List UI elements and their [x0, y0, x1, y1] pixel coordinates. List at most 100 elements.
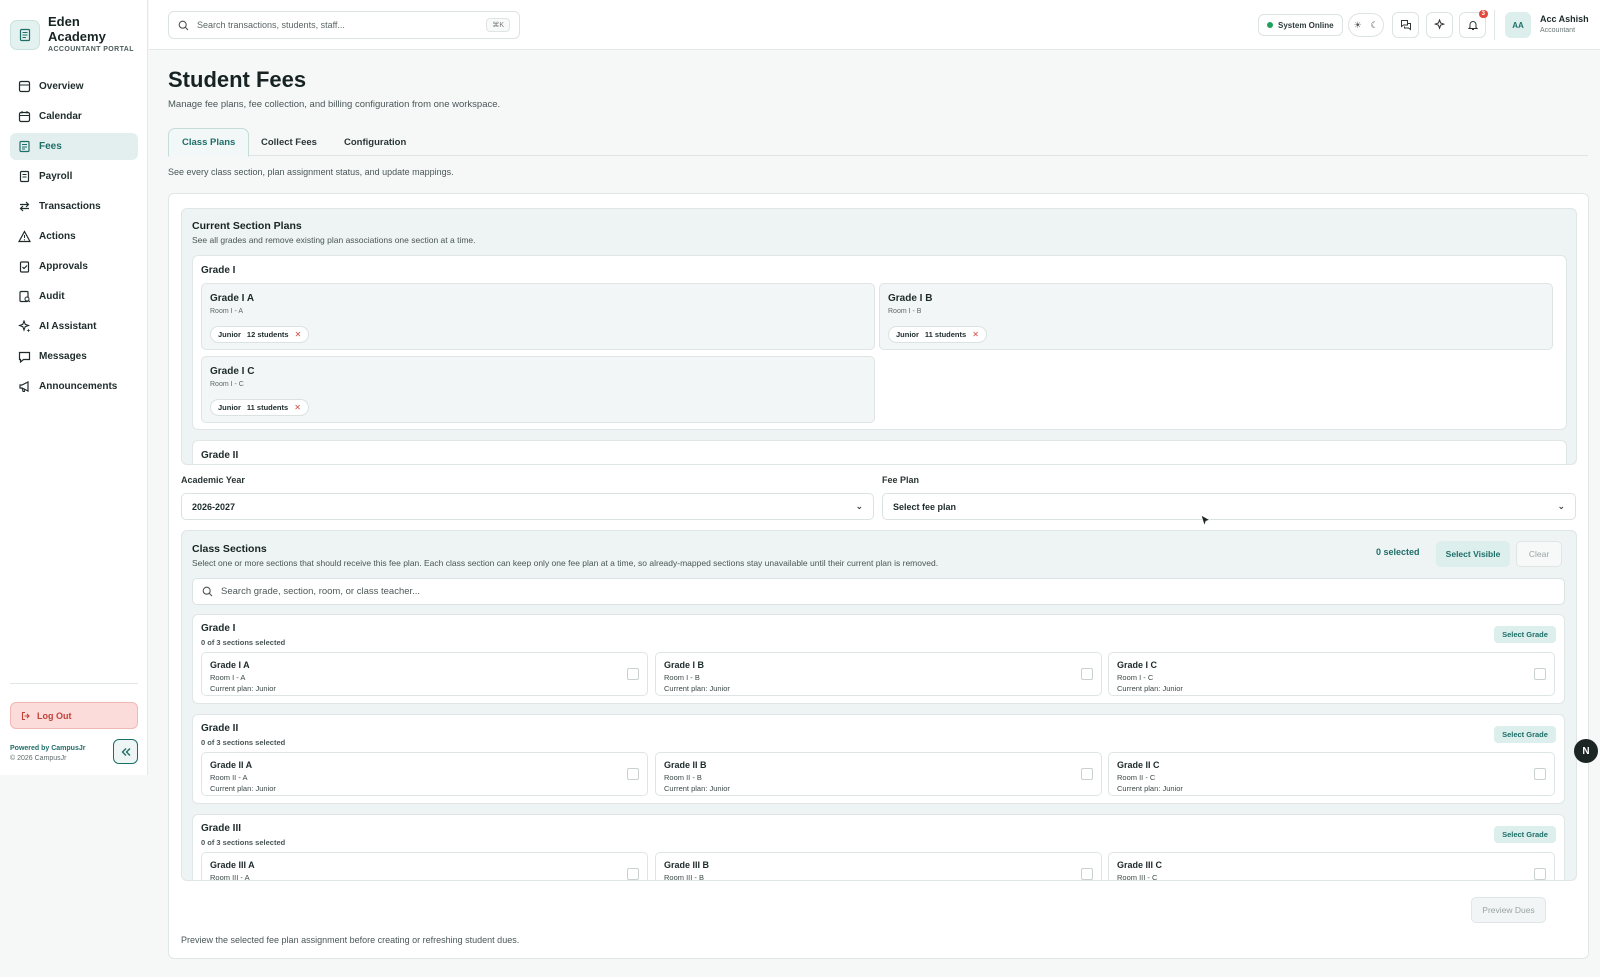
section-checkbox[interactable] [1081, 768, 1093, 780]
sidebar-item-overview[interactable]: Overview [10, 73, 138, 100]
clipboard-check-icon [19, 261, 30, 273]
section-option[interactable]: Grade I B Room I - B Current plan: Junio… [655, 652, 1102, 696]
fee-plan-label: Fee Plan [882, 475, 920, 485]
fee-plan-select[interactable]: Select fee plan ⌄ [882, 493, 1576, 520]
grade-title: Grade II [201, 723, 239, 734]
notifications-button[interactable]: 3 [1459, 10, 1488, 38]
status-label: System Online [1278, 20, 1334, 30]
preview-description: Preview the selected fee plan assignment… [181, 935, 520, 945]
section-option[interactable]: Grade III A Room III - A [201, 852, 648, 880]
clear-button[interactable]: Clear [1516, 541, 1562, 567]
sidebar-item-label: AI Assistant [39, 321, 97, 332]
logout-button[interactable]: Log Out [10, 702, 138, 729]
chat-icon [1400, 20, 1411, 31]
brand-name-line1: Eden [48, 14, 80, 29]
sidebar-item-label: Payroll [39, 171, 73, 182]
select-grade-button[interactable]: Select Grade [1494, 726, 1556, 743]
class-plans-panel: Current Section Plans See all grades and… [168, 193, 1589, 959]
sidebar-item-approvals[interactable]: Approvals [10, 253, 138, 280]
remove-plan-icon[interactable]: ✕ [972, 330, 979, 339]
sidebar-item-transactions[interactable]: Transactions [10, 193, 138, 220]
plan-students: 11 students [924, 330, 967, 339]
section-option[interactable]: Grade III B Room III - B [655, 852, 1102, 881]
payroll-icon [19, 170, 30, 183]
page-title: Student Fees [168, 67, 307, 92]
logout-label: Log Out [37, 710, 72, 721]
sidebar-item-payroll[interactable]: Payroll [10, 163, 138, 190]
sidebar-item-messages[interactable]: Messages [10, 343, 138, 370]
section-checkbox[interactable] [1534, 768, 1546, 780]
sidebar-item-announcements[interactable]: Announcements [10, 373, 138, 400]
megaphone-icon [19, 381, 29, 392]
section-checkbox[interactable] [627, 668, 639, 680]
chat-button[interactable] [1392, 12, 1419, 38]
academic-year-select[interactable]: 2026-2027 ⌄ [181, 493, 874, 520]
ai-sparkle-button[interactable] [1426, 12, 1453, 38]
fee-plan-value: Select fee plan [893, 501, 957, 512]
section-option[interactable]: Grade I A Room I - A Current plan: Junio… [201, 652, 648, 696]
section-checkbox[interactable] [1534, 668, 1546, 680]
sidebar-item-audit[interactable]: Audit [10, 283, 138, 310]
preview-dues-button[interactable]: Preview Dues [1471, 897, 1546, 923]
sidebar-item-fees[interactable]: Fees [10, 133, 138, 160]
section-option[interactable]: Grade I C Room I - C Current plan: Junio… [1108, 652, 1555, 696]
section-room: Room I - B [664, 673, 700, 682]
sidebar-item-ai-assistant[interactable]: AI Assistant [10, 313, 138, 340]
sidebar-item-label: Actions [39, 231, 76, 242]
logout-icon [21, 711, 30, 720]
select-visible-button[interactable]: Select Visible [1436, 541, 1510, 567]
plan-chip: Junior 12 students ✕ [210, 326, 310, 343]
plan-students: 11 students [246, 403, 289, 412]
section-option[interactable]: Grade II B Room II - B Current plan: Jun… [655, 752, 1102, 796]
section-search-input[interactable]: Search grade, section, room, or class te… [192, 578, 1565, 605]
sidebar-divider [10, 683, 138, 684]
section-option[interactable]: Grade III C Room III - C [1108, 852, 1555, 880]
remove-plan-icon[interactable]: ✕ [294, 403, 301, 412]
plan-name: Junior [218, 403, 241, 412]
class-sections-desc: Select one or more sections that should … [192, 558, 939, 568]
section-checkbox[interactable] [1081, 668, 1093, 680]
grade-summary: 0 of 3 sections selected [201, 838, 286, 847]
sidebar-item-calendar[interactable]: Calendar [10, 103, 138, 130]
select-grade-button[interactable]: Select Grade [1494, 626, 1556, 643]
section-checkbox[interactable] [1081, 868, 1093, 880]
sun-icon: ☀ [1353, 19, 1362, 30]
global-search-input[interactable]: Search transactions, students, staff... … [168, 11, 520, 39]
section-plan-card: Grade I B Room I - B Junior 11 students … [879, 283, 1553, 350]
sidebar-item-label: Messages [39, 351, 87, 362]
section-name: Grade II B [664, 760, 707, 770]
section-current-plan: Current plan: Junior [210, 784, 276, 793]
floating-assistant-button[interactable]: N [1574, 739, 1598, 763]
user-info[interactable]: Acc Ashish Accountant [1540, 14, 1589, 36]
tab-collect-fees[interactable]: Collect Fees [248, 128, 330, 157]
section-room: Room II - B [664, 773, 702, 782]
theme-toggle[interactable]: ☀ ☾ [1348, 13, 1384, 37]
sparkle-icon [18, 320, 31, 333]
copyright-text: © 2026 CampusJr [10, 755, 67, 762]
grade-section-group: Grade I 0 of 3 sections selected Select … [192, 614, 1565, 704]
section-option[interactable]: Grade II A Room II - A Current plan: Jun… [201, 752, 648, 796]
current-section-plans: Current Section Plans See all grades and… [181, 208, 1577, 465]
audit-icon [19, 290, 31, 303]
select-grade-button[interactable]: Select Grade [1494, 826, 1556, 843]
section-checkbox[interactable] [627, 768, 639, 780]
avatar[interactable]: AA [1505, 12, 1531, 38]
user-role: Accountant [1540, 27, 1576, 34]
tab-configuration[interactable]: Configuration [331, 128, 419, 157]
tab-class-plans[interactable]: Class Plans [168, 128, 250, 157]
section-current-plan: Current plan: Junior [210, 684, 276, 693]
collapse-sidebar-button[interactable] [113, 739, 138, 764]
topbar-divider [1494, 10, 1495, 40]
section-current-plan: Current plan: Junior [1117, 684, 1183, 693]
section-option[interactable]: Grade II C Room II - C Current plan: Jun… [1108, 752, 1555, 796]
search-icon [202, 586, 213, 597]
section-checkbox[interactable] [627, 868, 639, 880]
sidebar-item-actions[interactable]: Actions [10, 223, 138, 250]
remove-plan-icon[interactable]: ✕ [295, 330, 302, 339]
powered-by-text[interactable]: Powered by CampusJr [10, 744, 85, 754]
section-current-plan: Current plan: Junior [664, 684, 730, 693]
brand[interactable]: Eden Academy ACCOUNTANT PORTAL [10, 14, 134, 53]
section-room: Room III - B [664, 873, 705, 881]
sidebar-item-label: Announcements [39, 381, 118, 392]
section-checkbox[interactable] [1534, 868, 1546, 880]
